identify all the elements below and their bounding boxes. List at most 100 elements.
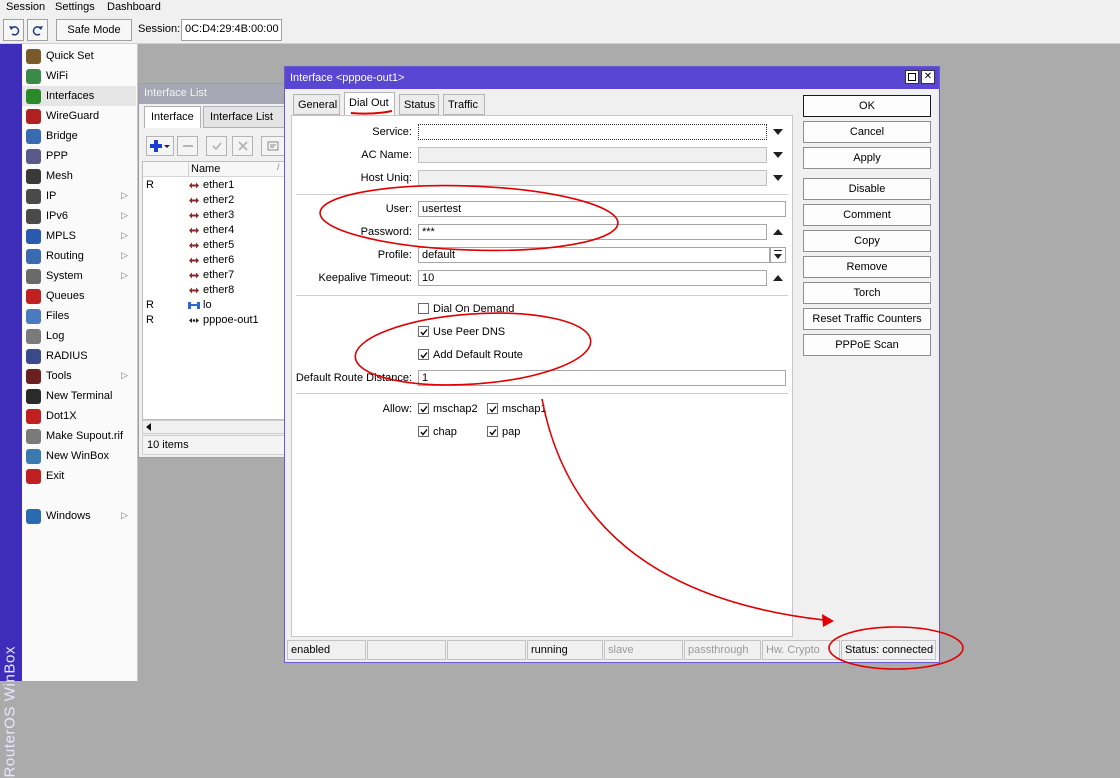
table-row[interactable]: ether6 (143, 253, 286, 268)
service-label: Service: (372, 126, 412, 138)
allow-pap-checkbox[interactable] (487, 426, 498, 437)
sidebar-item-files[interactable]: Files (22, 306, 136, 326)
pppoe-scan-button[interactable]: PPPoE Scan (803, 334, 931, 356)
ac-name-label: AC Name: (361, 149, 412, 161)
sidebar-item-make-supout-rif[interactable]: Make Supout.rif (22, 426, 136, 446)
apply-button[interactable]: Apply (803, 147, 931, 169)
sidebar-item-system[interactable]: System ▷ (22, 266, 136, 286)
ethernet-icon (188, 285, 200, 296)
ac-name-dropdown-icon[interactable] (773, 152, 783, 158)
sidebar-item-wifi[interactable]: WiFi (22, 66, 136, 86)
interface-name: lo (203, 299, 212, 311)
comment-button[interactable] (261, 136, 285, 156)
sidebar-item-radius[interactable]: RADIUS (22, 346, 136, 366)
tab-status[interactable]: Status (399, 94, 439, 115)
password-field[interactable]: *** (418, 224, 767, 240)
sidebar-item-routing[interactable]: Routing ▷ (22, 246, 136, 266)
table-row[interactable]: ether7 (143, 268, 286, 283)
table-row[interactable]: ether4 (143, 223, 286, 238)
redo-button[interactable] (27, 19, 48, 41)
table-row[interactable]: Rlo (143, 298, 286, 313)
sidebar-item-exit[interactable]: Exit (22, 466, 136, 486)
profile-select[interactable]: default (418, 247, 770, 263)
ac-name-field[interactable] (418, 147, 767, 163)
tab-general[interactable]: General (293, 94, 340, 115)
table-row[interactable]: ether2 (143, 193, 286, 208)
menu-session[interactable]: Session (6, 1, 45, 13)
password-collapse-icon[interactable] (773, 229, 783, 235)
sidebar-item-ip[interactable]: IP ▷ (22, 186, 136, 206)
table-row[interactable]: ether8 (143, 283, 286, 298)
allow-mschap2-label: mschap2 (433, 403, 478, 415)
user-field[interactable]: usertest (418, 201, 786, 217)
add-button[interactable] (146, 136, 174, 156)
column-sort-icon: / (277, 162, 280, 172)
table-row[interactable]: Rether1 (143, 178, 286, 193)
enable-button[interactable] (206, 136, 227, 156)
folder-icon (26, 308, 41, 324)
cancel-button[interactable]: Cancel (803, 121, 931, 143)
column-name-header[interactable]: Name (191, 163, 220, 175)
comment-interface-button[interactable]: Comment (803, 204, 931, 226)
menu-settings[interactable]: Settings (55, 1, 95, 13)
copy-button[interactable]: Copy (803, 230, 931, 252)
sidebar-item-mpls[interactable]: MPLS ▷ (22, 226, 136, 246)
maximize-button[interactable] (905, 70, 919, 84)
default-route-distance-field[interactable]: 1 (418, 370, 786, 386)
host-uniq-dropdown-icon[interactable] (773, 175, 783, 181)
service-field[interactable] (418, 124, 767, 140)
allow-mschap1-checkbox[interactable] (487, 403, 498, 414)
horizontal-scrollbar[interactable] (142, 420, 285, 434)
remove-button[interactable] (177, 136, 198, 156)
keepalive-collapse-icon[interactable] (773, 275, 783, 281)
sidebar-item-label: Windows (46, 510, 91, 522)
tab-interface[interactable]: Interface (144, 106, 201, 128)
reset-traffic-counters-button[interactable]: Reset Traffic Counters (803, 308, 931, 330)
sidebar-item-interfaces[interactable]: Interfaces (22, 86, 136, 106)
sidebar-item-new-terminal[interactable]: New Terminal (22, 386, 136, 406)
sidebar-item-ipv6[interactable]: IPv6 ▷ (22, 206, 136, 226)
undo-button[interactable] (3, 19, 24, 41)
allow-mschap2-checkbox[interactable] (418, 403, 429, 414)
tab-traffic[interactable]: Traffic (443, 94, 485, 115)
tab-interface-list[interactable]: Interface List (203, 106, 286, 128)
table-row[interactable]: Rpppoe-out1 (143, 313, 286, 328)
table-row[interactable]: ether3 (143, 208, 286, 223)
host-uniq-field[interactable] (418, 170, 767, 186)
use-peer-dns-checkbox[interactable] (418, 326, 429, 337)
service-dropdown-icon[interactable] (773, 129, 783, 135)
sidebar-item-wireguard[interactable]: WireGuard (22, 106, 136, 126)
table-row[interactable]: ether5 (143, 238, 286, 253)
ok-button[interactable]: OK (803, 95, 931, 117)
disable-button[interactable] (232, 136, 253, 156)
sidebar-item-label: PPP (46, 150, 69, 162)
sidebar-item-ppp[interactable]: PPP (22, 146, 136, 166)
remove-interface-button[interactable]: Remove (803, 256, 931, 278)
tab-dial-out[interactable]: Dial Out (344, 92, 395, 115)
menu-dashboard[interactable]: Dashboard (107, 1, 161, 13)
sidebar-item-queues[interactable]: Queues (22, 286, 136, 306)
interface-list-title[interactable]: Interface List (139, 84, 285, 104)
interface-name: ether8 (203, 284, 235, 296)
sidebar-item-new-winbox[interactable]: New WinBox (22, 446, 136, 466)
disable-interface-button[interactable]: Disable (803, 178, 931, 200)
session-field[interactable]: 0C:D4:29:4B:00:00 (181, 19, 282, 41)
allow-chap-checkbox[interactable] (418, 426, 429, 437)
sidebar-item-bridge[interactable]: Bridge (22, 126, 136, 146)
sidebar-item-tools[interactable]: Tools ▷ (22, 366, 136, 386)
sidebar-item-dot1x[interactable]: Dot1X (22, 406, 136, 426)
keepalive-field[interactable]: 10 (418, 270, 767, 286)
sidebar-item-quick-set[interactable]: Quick Set (22, 46, 136, 66)
profile-dropdown-button[interactable] (770, 247, 786, 263)
sidebar-item-log[interactable]: Log (22, 326, 136, 346)
dial-on-demand-checkbox[interactable] (418, 303, 429, 314)
torch-button[interactable]: Torch (803, 282, 931, 304)
safe-mode-button[interactable]: Safe Mode (56, 19, 132, 41)
scroll-left-icon[interactable] (146, 423, 151, 431)
dialog-title[interactable]: Interface <pppoe-out1> (285, 67, 939, 89)
sidebar-item-windows[interactable]: Windows ▷ (22, 506, 136, 526)
close-button[interactable]: ✕ (921, 70, 935, 84)
ip-icon (26, 188, 41, 204)
sidebar-item-mesh[interactable]: Mesh (22, 166, 136, 186)
add-default-route-checkbox[interactable] (418, 349, 429, 360)
